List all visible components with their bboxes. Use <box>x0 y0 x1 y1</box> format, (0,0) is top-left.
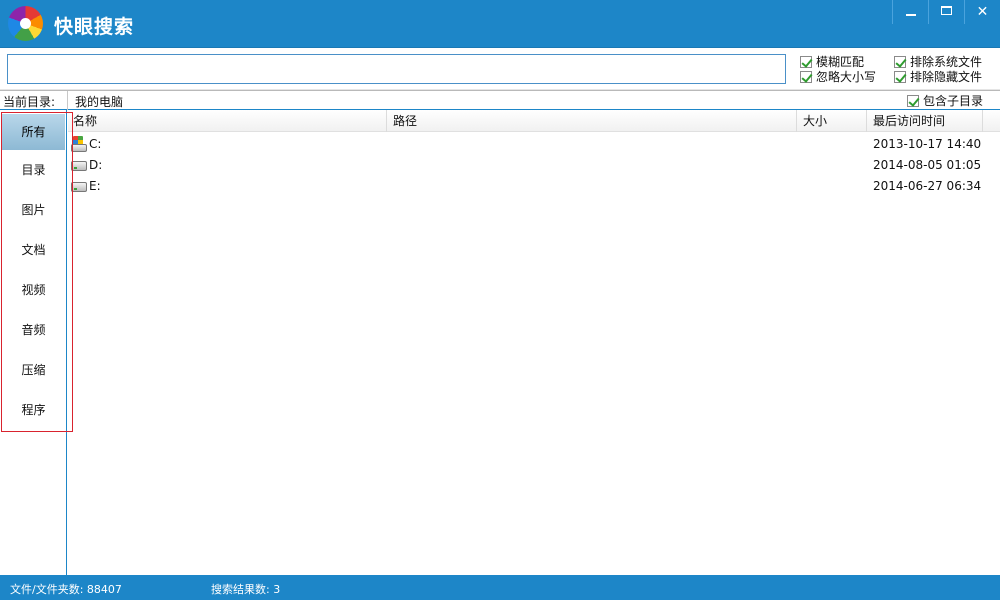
system-drive-icon <box>71 136 87 152</box>
exclude-system-checkbox[interactable] <box>894 55 906 68</box>
window-controls: ✕ <box>892 0 1000 24</box>
minimize-button[interactable] <box>892 0 928 24</box>
status-bar: 文件/文件夹数: 88407 搜索结果数: 3 <box>0 575 1000 600</box>
row-accessed: 2014-08-05 01:05 <box>873 158 982 172</box>
file-count-status: 文件/文件夹数: 88407 <box>10 583 122 596</box>
title-bar: 快眼搜索 ✕ <box>0 0 1000 48</box>
row-name: C: <box>89 137 102 151</box>
divider <box>67 91 68 110</box>
ignore-case-label: 忽略大小写 <box>816 70 877 84</box>
row-name: E: <box>89 179 101 193</box>
minimize-icon <box>905 14 916 16</box>
app-logo-icon <box>8 6 43 41</box>
table-row[interactable]: D: 2014-08-05 01:05 <box>68 155 1000 176</box>
include-subdirs-label: 包含子目录 <box>923 94 984 108</box>
fuzzy-match-checkbox[interactable] <box>800 55 812 68</box>
column-header-size[interactable]: 大小 <box>797 110 867 132</box>
drive-icon <box>71 182 87 192</box>
exclude-system-option[interactable]: 排除系统文件 <box>894 54 982 69</box>
result-count-status: 搜索结果数: 3 <box>211 583 281 596</box>
table-row[interactable]: C: 2013-10-17 14:40 <box>68 134 1000 155</box>
exclude-hidden-option[interactable]: 排除隐藏文件 <box>894 69 982 84</box>
row-accessed: 2013-10-17 14:40 <box>873 137 982 151</box>
exclude-hidden-checkbox[interactable] <box>894 70 906 83</box>
row-accessed: 2014-06-27 06:34 <box>873 179 982 193</box>
current-dir-label: 当前目录: <box>3 95 56 109</box>
maximize-icon <box>941 6 952 15</box>
maximize-button[interactable] <box>928 0 964 24</box>
ignore-case-checkbox[interactable] <box>800 70 812 83</box>
include-subdirs-checkbox[interactable] <box>907 94 919 107</box>
close-button[interactable]: ✕ <box>964 0 1000 24</box>
category-highlight-box <box>1 112 73 432</box>
search-input[interactable] <box>7 54 786 84</box>
exclude-hidden-label: 排除隐藏文件 <box>910 70 983 84</box>
search-area: 模糊匹配 忽略大小写 排除系统文件 排除隐藏文件 <box>0 48 1000 90</box>
table-header: 名称 路径 大小 最后访问时间 <box>68 110 1000 132</box>
current-dir-value: 我的电脑 <box>75 95 124 109</box>
column-header-path[interactable]: 路径 <box>387 110 797 132</box>
row-name: D: <box>89 158 103 172</box>
category-sidebar: 所有 目录 图片 文档 视频 音频 压缩 程序 <box>0 110 73 575</box>
current-dir-bar: 当前目录: 我的电脑 包含子目录 <box>0 90 1000 110</box>
column-header-name[interactable]: 名称 <box>68 110 387 132</box>
window-title: 快眼搜索 <box>54 16 135 38</box>
table-row[interactable]: E: 2014-06-27 06:34 <box>68 176 1000 197</box>
column-header-accessed[interactable]: 最后访问时间 <box>867 110 983 132</box>
results-table: 名称 路径 大小 最后访问时间 C: 2013-10-17 14:40 D: 2… <box>68 110 1000 575</box>
include-subdirs-option[interactable]: 包含子目录 <box>907 93 983 108</box>
fuzzy-match-option[interactable]: 模糊匹配 <box>800 54 864 69</box>
ignore-case-option[interactable]: 忽略大小写 <box>800 69 876 84</box>
drive-icon <box>71 161 87 171</box>
